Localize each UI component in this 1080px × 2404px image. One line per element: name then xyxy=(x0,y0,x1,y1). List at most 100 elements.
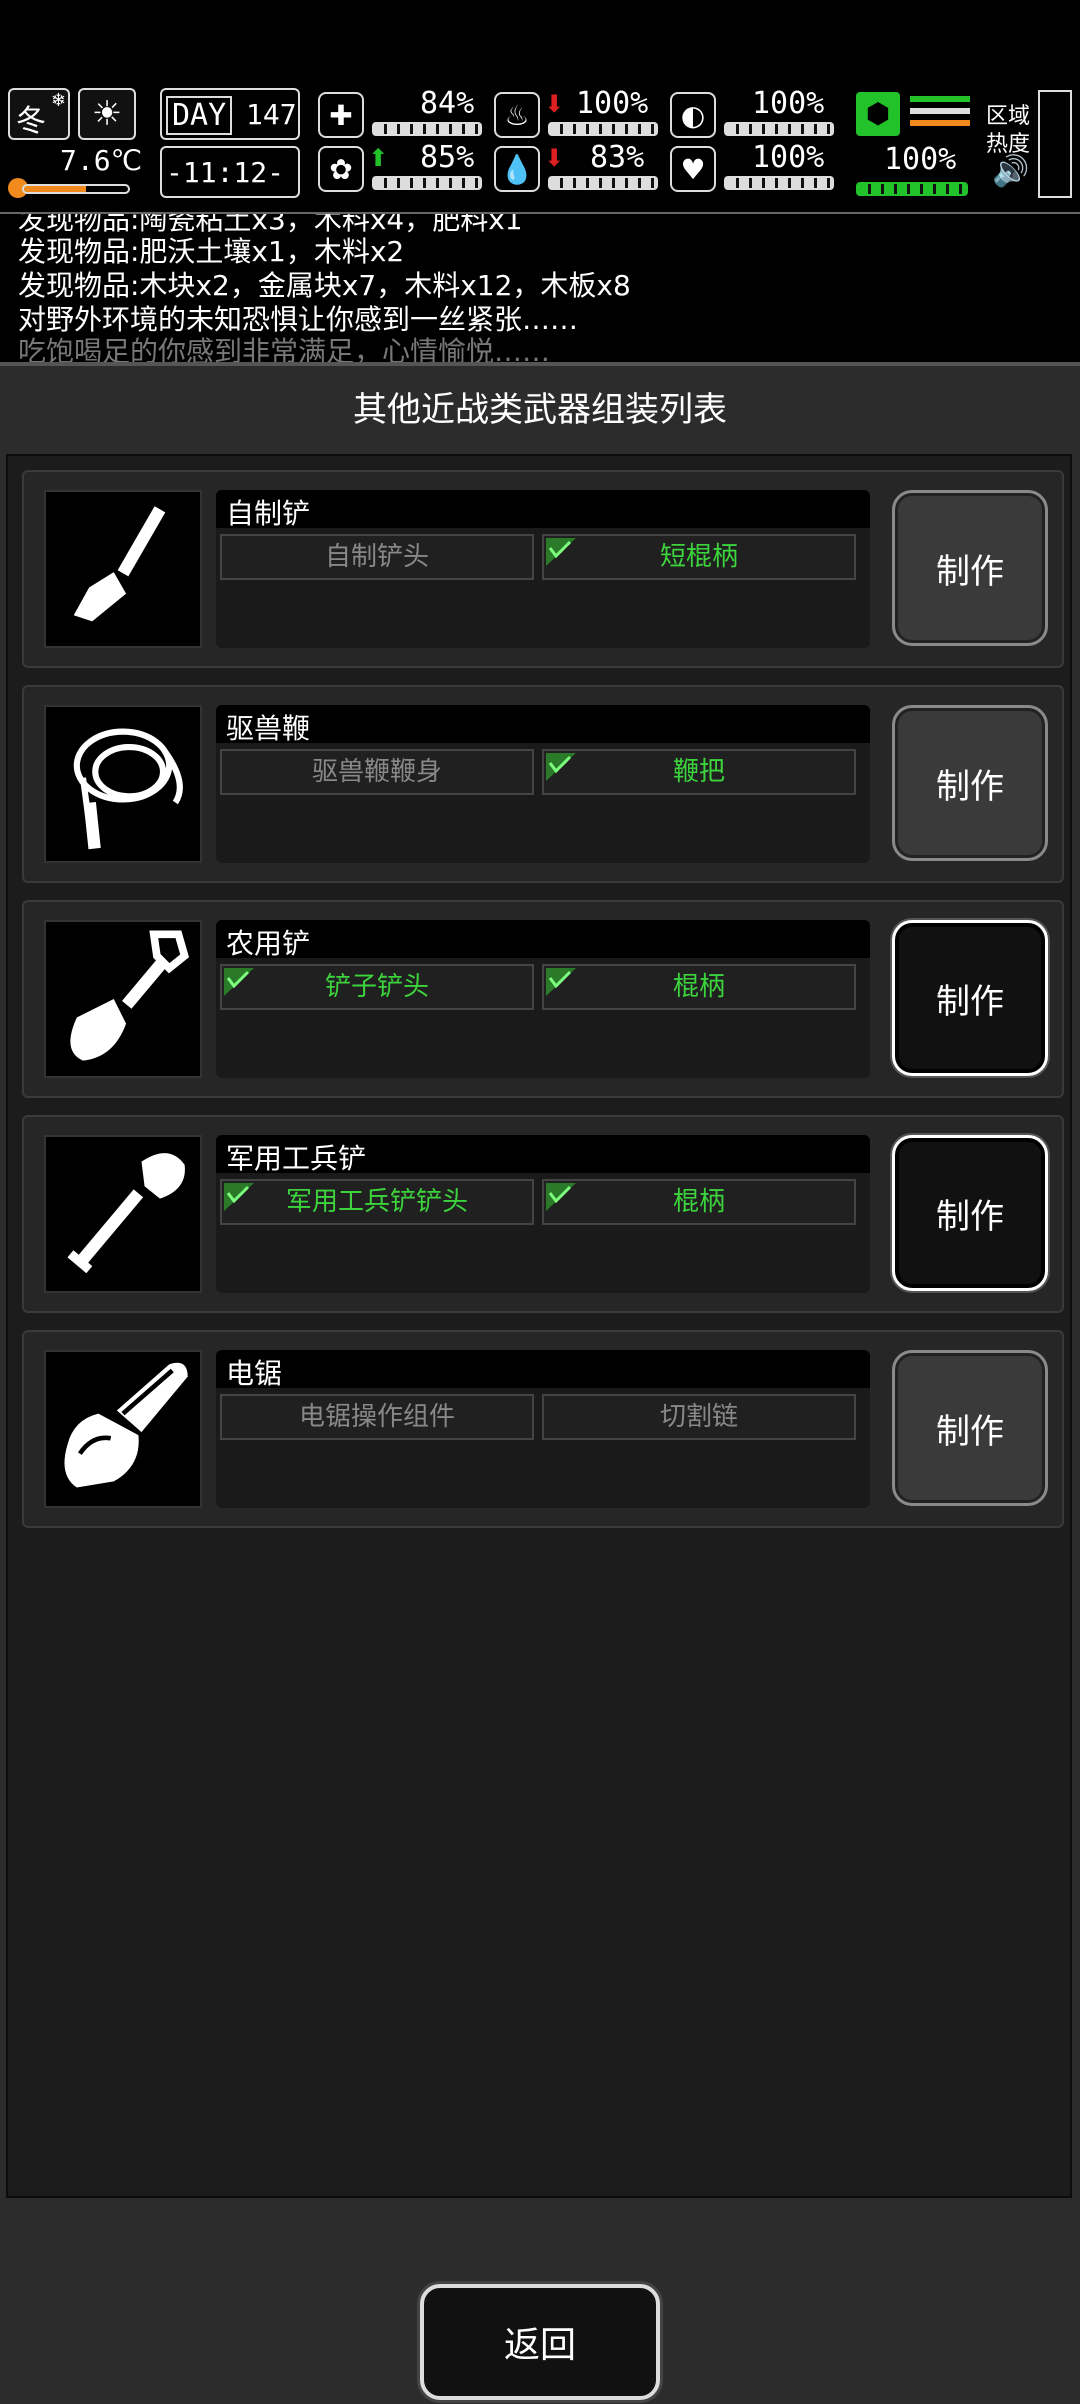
part-slot[interactable]: 自制铲头 xyxy=(220,534,534,580)
recipe-info: 农用铲 铲子铲头 棍柄 xyxy=(216,920,870,1078)
thirst-value: 83% xyxy=(590,140,645,175)
recipe-info: 电锯 电锯操作组件 切割链 xyxy=(216,1350,870,1508)
heat-meter xyxy=(1038,90,1072,198)
assembly-panel: 其他近战类武器组装列表 自制铲 自制铲头 短棍柄 制作 驱兽鞭 驱兽鞭鞭身 鞭把… xyxy=(0,362,1080,2404)
part-label: 电锯操作组件 xyxy=(298,1402,455,1432)
heart-icon: ♥ xyxy=(670,146,716,192)
recipe-row: 军用工兵铲 军用工兵铲铲头 棍柄 制作 xyxy=(22,1115,1064,1313)
recipe-name-bar: 自制铲 xyxy=(216,490,870,530)
craft-button[interactable]: 制作 xyxy=(892,920,1048,1076)
check-icon xyxy=(224,968,254,996)
recipe-name: 自制铲 xyxy=(226,497,311,530)
hunger-value: 100% xyxy=(576,86,649,121)
part-slot[interactable]: 棍柄 xyxy=(542,964,856,1010)
water-drop-icon: 💧 xyxy=(494,146,540,192)
sun-icon: ☀ xyxy=(78,88,136,140)
stamina-bar xyxy=(724,122,834,136)
part-label: 自制铲头 xyxy=(324,542,429,572)
season-label: 冬 xyxy=(16,104,46,139)
clock: -11:12- xyxy=(160,146,300,198)
part-slot[interactable]: 短棍柄 xyxy=(542,534,856,580)
part-slot[interactable]: 驱兽鞭鞭身 xyxy=(220,749,534,795)
chainsaw-icon xyxy=(44,1350,202,1508)
day-label: DAY xyxy=(166,96,233,135)
thirst-bar xyxy=(548,176,658,190)
mood-value: 85% xyxy=(420,140,475,175)
speaker-icon[interactable]: 🔊 xyxy=(992,154,1029,189)
recipe-row: 农用铲 铲子铲头 棍柄 制作 xyxy=(22,900,1064,1098)
mood-up-arrow-icon: ⬆ xyxy=(368,144,389,172)
boot-icon: ⬢ xyxy=(856,92,900,136)
recipe-name-bar: 电锯 xyxy=(216,1350,870,1390)
recipe-name-bar: 军用工兵铲 xyxy=(216,1135,870,1175)
snowflake-icon: ❄ xyxy=(50,90,66,111)
check-icon xyxy=(546,753,576,781)
check-icon xyxy=(546,1183,576,1211)
heart-bar xyxy=(724,176,834,190)
part-slot[interactable]: 棍柄 xyxy=(542,1179,856,1225)
medkit-icon: ✚ xyxy=(318,92,364,138)
stamina-value: 100% xyxy=(752,86,825,121)
temperature-value: 7.6℃ xyxy=(60,144,143,177)
heart-value: 100% xyxy=(752,140,825,175)
boot-status-lines xyxy=(910,96,970,136)
part-label: 切割链 xyxy=(659,1402,738,1432)
boots-panel: ⬢ 100% xyxy=(852,88,974,200)
day-number: 147 xyxy=(246,98,297,131)
part-slot[interactable]: 鞭把 xyxy=(542,749,856,795)
message-log: 发现物品:陶瓷粘土x3，木料x4，肥料x1 发现物品:肥沃土壤x1，木料x2 发… xyxy=(0,212,1080,362)
part-label: 军用工兵铲铲头 xyxy=(285,1187,468,1217)
shovel-icon xyxy=(44,490,202,648)
hunger-bar xyxy=(548,122,658,136)
thirst-down-arrow-icon: ⬇ xyxy=(544,144,565,172)
recipe-name: 驱兽鞭 xyxy=(226,712,311,745)
part-label: 短棍柄 xyxy=(659,542,738,572)
brain-icon: ✿ xyxy=(318,146,364,192)
recipe-name: 军用工兵铲 xyxy=(226,1142,367,1175)
recipe-info: 军用工兵铲 军用工兵铲铲头 棍柄 xyxy=(216,1135,870,1293)
part-slot[interactable]: 军用工兵铲铲头 xyxy=(220,1179,534,1225)
health-bar xyxy=(372,122,482,136)
craft-button[interactable]: 制作 xyxy=(892,1350,1048,1506)
recipe-row: 电锯 电锯操作组件 切割链 制作 xyxy=(22,1330,1064,1528)
stomach-icon: ♨ xyxy=(494,92,540,138)
time-value: -11:12- xyxy=(166,156,285,189)
check-icon xyxy=(224,1183,254,1211)
status-hud: 冬 ❄ ☀ 7.6℃ DAY 147 -11:12- ✚ 84% ♨ ⬇ 100… xyxy=(0,82,1080,212)
craft-button[interactable]: 制作 xyxy=(892,1135,1048,1291)
season-badge: 冬 ❄ xyxy=(8,88,70,140)
boots-bar xyxy=(856,182,968,196)
back-button[interactable]: 返回 xyxy=(420,2284,660,2400)
log-line: 吃饱喝足的你感到非常满足，心情愉悦…… xyxy=(18,335,551,362)
part-label: 铲子铲头 xyxy=(324,972,429,1002)
thermometer-icon xyxy=(8,178,136,200)
craft-button[interactable]: 制作 xyxy=(892,490,1048,646)
recipe-name-bar: 驱兽鞭 xyxy=(216,705,870,745)
part-slot[interactable]: 电锯操作组件 xyxy=(220,1394,534,1440)
spade-icon xyxy=(44,920,202,1078)
boots-value: 100% xyxy=(884,142,957,177)
recipe-info: 驱兽鞭 驱兽鞭鞭身 鞭把 xyxy=(216,705,870,863)
recipe-row: 驱兽鞭 驱兽鞭鞭身 鞭把 制作 xyxy=(22,685,1064,883)
recipe-info: 自制铲 自制铲头 短棍柄 xyxy=(216,490,870,648)
recipe-name: 电锯 xyxy=(226,1357,283,1390)
bottom-bar: 返回 xyxy=(0,2204,1080,2404)
part-label: 鞭把 xyxy=(672,757,725,787)
check-icon xyxy=(546,538,576,566)
military-shovel-icon xyxy=(44,1135,202,1293)
recipe-row: 自制铲 自制铲头 短棍柄 制作 xyxy=(22,470,1064,668)
part-label: 棍柄 xyxy=(672,972,725,1002)
part-slot[interactable]: 切割链 xyxy=(542,1394,856,1440)
recipe-list[interactable]: 自制铲 自制铲头 短棍柄 制作 驱兽鞭 驱兽鞭鞭身 鞭把 制作 农用铲 铲子铲头… xyxy=(6,454,1072,2198)
craft-button[interactable]: 制作 xyxy=(892,705,1048,861)
stamina-icon: ◐ xyxy=(670,92,716,138)
whip-icon xyxy=(44,705,202,863)
day-counter: DAY 147 xyxy=(160,88,300,140)
recipe-name-bar: 农用铲 xyxy=(216,920,870,960)
mood-bar xyxy=(372,176,482,190)
health-value: 84% xyxy=(420,86,475,121)
hunger-down-arrow-icon: ⬇ xyxy=(544,90,565,118)
part-slot[interactable]: 铲子铲头 xyxy=(220,964,534,1010)
part-label: 驱兽鞭鞭身 xyxy=(311,757,442,787)
recipe-name: 农用铲 xyxy=(226,927,311,960)
